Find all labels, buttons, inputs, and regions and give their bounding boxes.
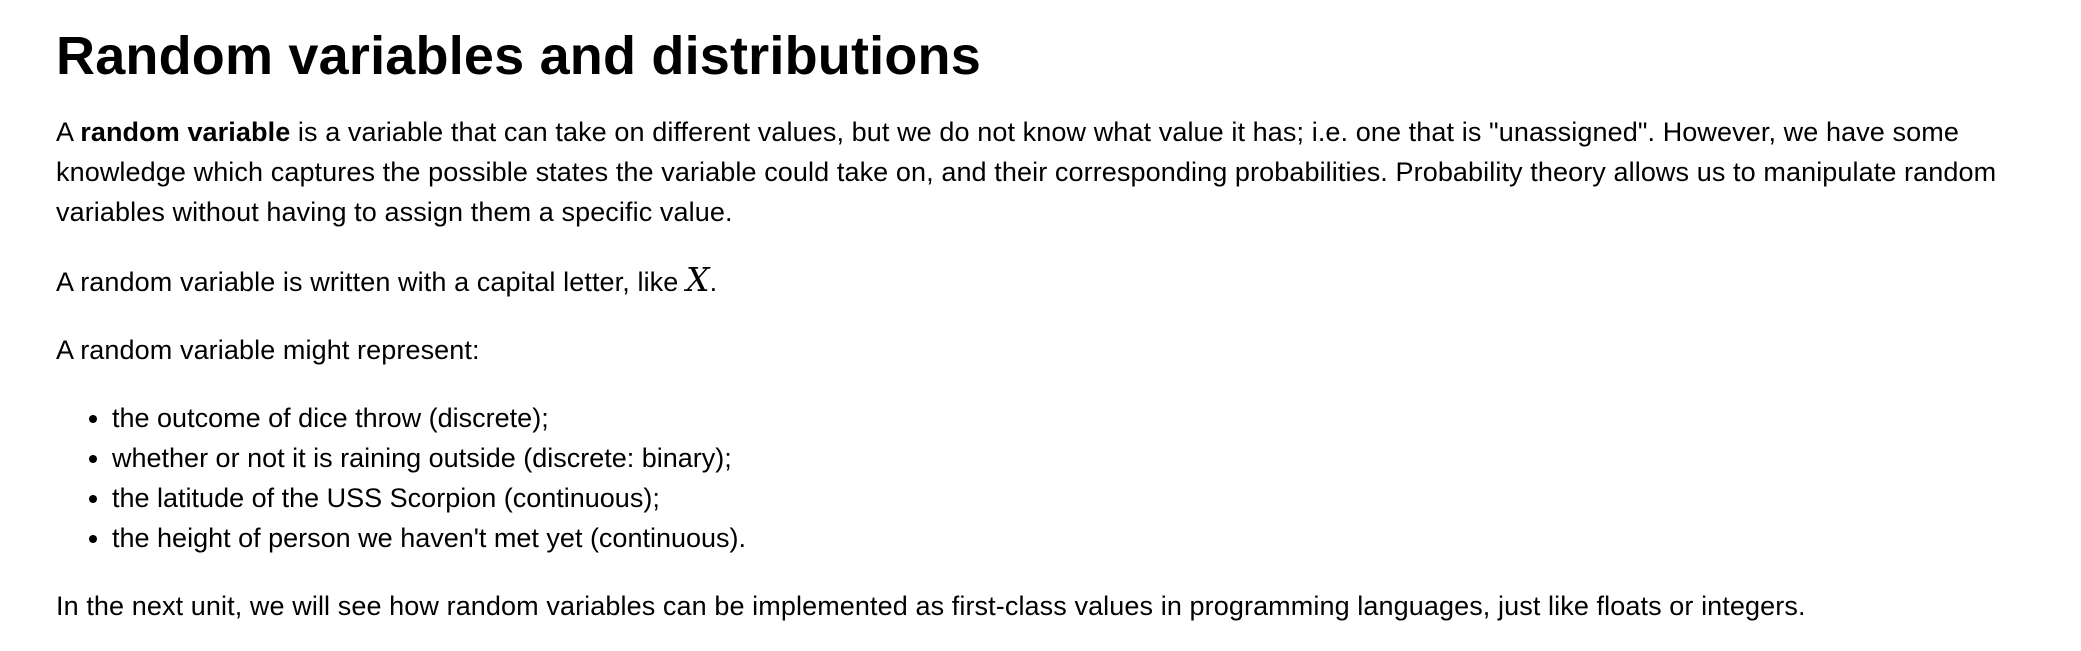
list-item: whether or not it is raining outside (di… (112, 438, 2010, 478)
list-item: the height of person we haven't met yet … (112, 518, 2010, 558)
represent-label: A random variable might represent: (56, 335, 480, 365)
next-unit-paragraph: In the next unit, we will see how random… (56, 591, 1806, 621)
list-item: the latitude of the USS Scorpion (contin… (112, 478, 2010, 518)
notation-suffix: . (709, 267, 718, 297)
examples-list: the outcome of dice throw (discrete); wh… (56, 398, 2010, 558)
notation-paragraph: A random variable is written with a capi… (56, 260, 2010, 302)
list-item: the outcome of dice throw (discrete); (112, 398, 2010, 438)
intro-body: is a variable that can take on different… (56, 117, 1997, 227)
notation-text: A random variable is written with a capi… (56, 267, 686, 297)
page-title: Random variables and distributions (56, 26, 981, 86)
math-symbol-x: X (685, 260, 710, 299)
random-variable-term: random variable (80, 117, 291, 147)
intro-prefix: A (56, 117, 81, 147)
document-page: Random variables and distributions A ran… (0, 0, 2010, 626)
intro-paragraph: A random variable is a variable that can… (56, 112, 2010, 232)
